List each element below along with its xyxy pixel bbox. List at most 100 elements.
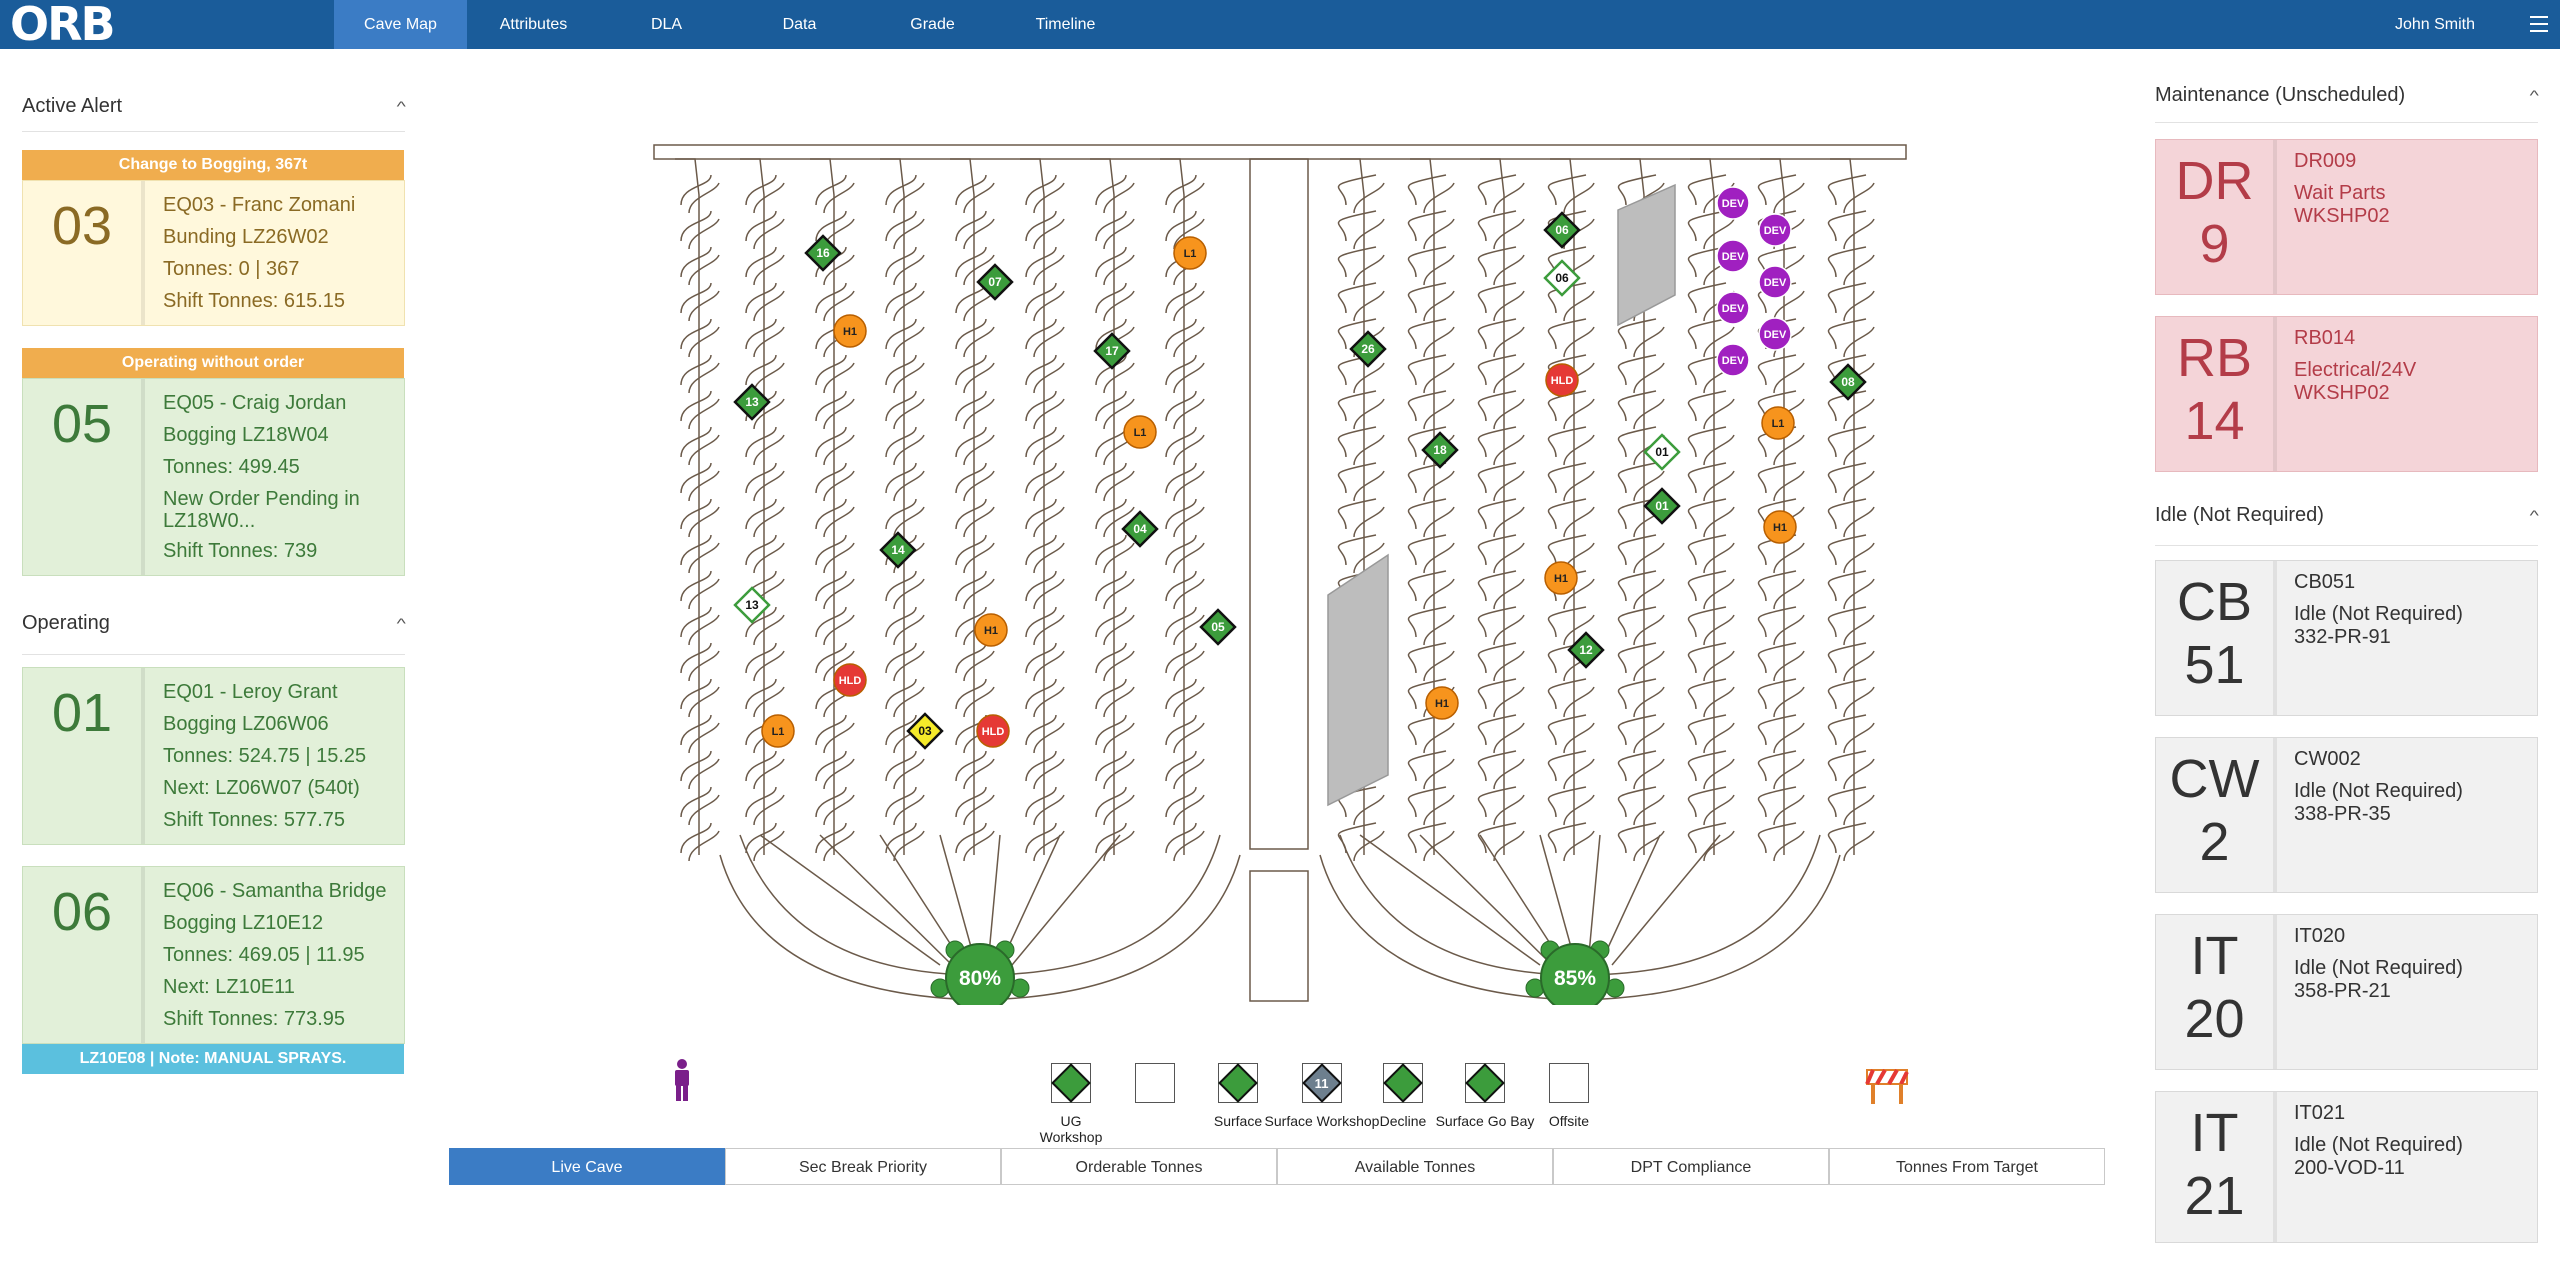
card-line: Shift Tonnes: 773.95 bbox=[163, 1008, 345, 1030]
fill-percent-cluster[interactable]: 80% bbox=[930, 940, 1030, 1005]
marker-label: DEV bbox=[1764, 329, 1787, 341]
chevron-up-icon[interactable]: ^ bbox=[397, 98, 406, 114]
equipment-marker[interactable]: DEV bbox=[1716, 291, 1750, 325]
diamond-icon: 11 bbox=[1302, 1063, 1342, 1103]
card-line: Tonnes: 499.45 bbox=[163, 456, 300, 478]
chevron-up-icon[interactable]: ^ bbox=[2530, 507, 2539, 523]
equipment-marker[interactable]: 16 bbox=[804, 234, 842, 272]
equipment-marker[interactable]: 26 bbox=[1349, 330, 1387, 368]
chevron-up-icon[interactable]: ^ bbox=[397, 615, 406, 631]
tab-data[interactable]: Data bbox=[733, 0, 866, 49]
active-alert-header[interactable]: Active Alert ^ bbox=[22, 92, 406, 120]
operating-card-eq06[interactable]: 06 EQ06 - Samantha Bridge Bogging LZ10E1… bbox=[22, 866, 405, 1044]
equipment-marker[interactable]: HLD bbox=[833, 663, 867, 697]
card-line: Shift Tonnes: 577.75 bbox=[163, 809, 345, 831]
equipment-id: IT021 bbox=[2294, 1102, 2346, 1124]
marker-label: DEV bbox=[1764, 225, 1787, 237]
live-cave-button[interactable]: Live Cave bbox=[449, 1148, 725, 1185]
idle-card-cw002[interactable]: CW 2 CW002 Idle (Not Required) 338-PR-35 bbox=[2155, 737, 2538, 893]
equipment-marker[interactable]: 08 bbox=[1829, 363, 1867, 401]
logo[interactable]: ORB bbox=[10, 1, 116, 47]
card-line: Tonnes: 0 | 367 bbox=[163, 258, 300, 280]
marker-label: 13 bbox=[745, 395, 759, 409]
user-name[interactable]: John Smith bbox=[2395, 0, 2475, 49]
available-tonnes-button[interactable]: Available Tonnes bbox=[1277, 1148, 1553, 1185]
equipment-marker[interactable]: 04 bbox=[1121, 510, 1159, 548]
equipment-marker[interactable]: L1 bbox=[761, 714, 795, 748]
equipment-code: IT bbox=[2190, 926, 2239, 986]
equipment-marker[interactable]: L1 bbox=[1173, 236, 1207, 270]
marker-label: L1 bbox=[1184, 248, 1197, 260]
equipment-marker[interactable]: DEV bbox=[1716, 239, 1750, 273]
card-line: Shift Tonnes: 739 bbox=[163, 540, 318, 562]
tab-timeline[interactable]: Timeline bbox=[999, 0, 1132, 49]
operating-header[interactable]: Operating ^ bbox=[22, 609, 406, 637]
tab-grade[interactable]: Grade bbox=[866, 0, 999, 49]
marker-label: 07 bbox=[988, 275, 1002, 289]
marker-label: 16 bbox=[816, 246, 830, 260]
cave-map[interactable]: 80% 85% 16 07 17 13 14 04 05 13 03 26 18 06 06 01 01 12 08… bbox=[640, 135, 1920, 1005]
equipment-marker[interactable]: DEV bbox=[1758, 213, 1792, 247]
equipment-marker[interactable]: H1 bbox=[1544, 561, 1578, 595]
location-text: WKSHP02 bbox=[2294, 382, 2390, 404]
location-text: 200-VOD-11 bbox=[2294, 1157, 2405, 1179]
equipment-marker[interactable]: H1 bbox=[1763, 510, 1797, 544]
card-line: Bogging LZ10E12 bbox=[163, 912, 324, 934]
tonnes-from-target-button[interactable]: Tonnes From Target bbox=[1829, 1148, 2105, 1185]
equipment-marker[interactable]: 05 bbox=[1199, 608, 1237, 646]
equipment-marker[interactable]: DEV bbox=[1758, 317, 1792, 351]
equipment-id: RB014 bbox=[2294, 327, 2356, 349]
idle-header[interactable]: Idle (Not Required) ^ bbox=[2155, 501, 2539, 529]
equipment-marker[interactable]: DEV bbox=[1716, 343, 1750, 377]
equipment-marker[interactable]: HLD bbox=[976, 714, 1010, 748]
equipment-marker[interactable]: 03 bbox=[906, 712, 944, 750]
equipment-marker[interactable]: H1 bbox=[974, 613, 1008, 647]
status-text: Idle (Not Required) bbox=[2294, 603, 2463, 625]
diamond-icon bbox=[1218, 1063, 1258, 1103]
legend-ug-workshop: UG Workshop bbox=[1030, 1063, 1112, 1145]
alert-banner: Change to Bogging, 367t bbox=[22, 150, 404, 180]
alert-card-eq05[interactable]: 05 EQ05 - Craig Jordan Bogging LZ18W04 T… bbox=[22, 378, 405, 576]
card-line: EQ01 - Leroy Grant bbox=[163, 681, 338, 703]
fill-percent-cluster[interactable]: 85% bbox=[1525, 940, 1625, 1005]
hamburger-menu-icon[interactable] bbox=[2530, 16, 2548, 32]
equipment-marker[interactable]: 07 bbox=[976, 263, 1014, 301]
orderable-tonnes-button[interactable]: Orderable Tonnes bbox=[1001, 1148, 1277, 1185]
tab-dla[interactable]: DLA bbox=[600, 0, 733, 49]
chevron-up-icon[interactable]: ^ bbox=[2530, 87, 2539, 103]
idle-card-cb051[interactable]: CB 51 CB051 Idle (Not Required) 332-PR-91 bbox=[2155, 560, 2538, 716]
equipment-marker[interactable]: HLD bbox=[1545, 363, 1579, 397]
maintenance-card-rb014[interactable]: RB 14 RB014 Electrical/24V WKSHP02 bbox=[2155, 316, 2538, 472]
marker-label: 01 bbox=[1655, 499, 1669, 513]
idle-card-it020[interactable]: IT 20 IT020 Idle (Not Required) 358-PR-21 bbox=[2155, 914, 2538, 1070]
card-line: Tonnes: 469.05 | 11.95 bbox=[163, 944, 365, 966]
operating-card-eq01[interactable]: 01 EQ01 - Leroy Grant Bogging LZ06W06 To… bbox=[22, 667, 405, 845]
idle-card-it021[interactable]: IT 21 IT021 Idle (Not Required) 200-VOD-11 bbox=[2155, 1091, 2538, 1243]
equipment-marker[interactable]: DEV bbox=[1716, 186, 1750, 220]
equipment-marker[interactable]: L1 bbox=[1123, 415, 1157, 449]
tab-attributes[interactable]: Attributes bbox=[467, 0, 600, 49]
alert-card-eq03[interactable]: 03 EQ03 - Franc Zomani Bunding LZ26W02 T… bbox=[22, 180, 405, 326]
top-nav: ORB Cave Map Attributes DLA Data Grade T… bbox=[0, 0, 2560, 49]
equipment-number: 51 bbox=[2184, 635, 2245, 695]
maintenance-card-dr009[interactable]: DR 9 DR009 Wait Parts WKSHP02 bbox=[2155, 139, 2538, 295]
marker-label: H1 bbox=[984, 625, 998, 637]
equipment-marker[interactable]: L1 bbox=[1761, 406, 1795, 440]
tab-cave-map[interactable]: Cave Map bbox=[334, 0, 467, 49]
equipment-number: 06 bbox=[23, 867, 145, 1043]
note-banner: LZ10E08 | Note: MANUAL SPRAYS. bbox=[22, 1044, 404, 1074]
marker-label: HLD bbox=[982, 726, 1005, 738]
card-line: EQ03 - Franc Zomani bbox=[163, 194, 356, 216]
location-text: 332-PR-91 bbox=[2294, 626, 2391, 648]
equipment-number: 03 bbox=[23, 181, 145, 325]
dpt-compliance-button[interactable]: DPT Compliance bbox=[1553, 1148, 1829, 1185]
alert-banner: Operating without order bbox=[22, 348, 404, 378]
equipment-marker[interactable]: H1 bbox=[1425, 686, 1459, 720]
maintenance-header[interactable]: Maintenance (Unscheduled) ^ bbox=[2155, 81, 2539, 109]
status-text: Idle (Not Required) bbox=[2294, 780, 2463, 802]
sec-break-priority-button[interactable]: Sec Break Priority bbox=[725, 1148, 1001, 1185]
equipment-marker[interactable]: H1 bbox=[833, 314, 867, 348]
card-line: Bogging LZ18W04 bbox=[163, 424, 329, 446]
equipment-id: CB051 bbox=[2294, 571, 2356, 593]
equipment-marker[interactable]: DEV bbox=[1758, 265, 1792, 299]
